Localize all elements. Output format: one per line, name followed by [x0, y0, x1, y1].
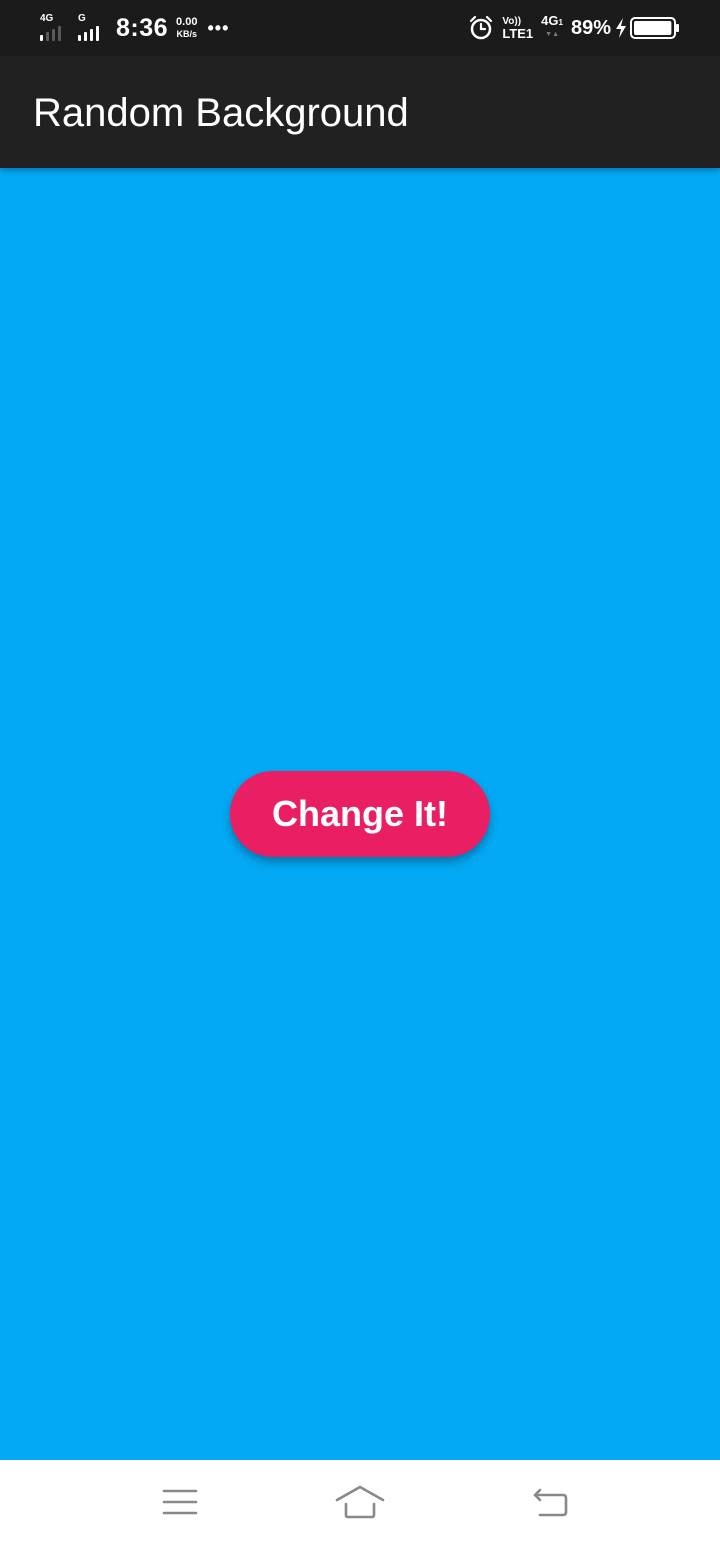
home-icon	[335, 1485, 385, 1519]
app-title: Random Background	[33, 91, 409, 135]
lte-label: LTE1	[502, 26, 534, 41]
network-speed-value: 0.00	[176, 16, 198, 28]
status-bar: 4G G 8:36 0.00 KB/s ••• Vo)) LTE1 4G1 ▼▲…	[0, 0, 720, 56]
navigation-bar	[0, 1460, 720, 1544]
status-time: 8:36	[116, 13, 169, 42]
sim2-signal: G	[76, 13, 110, 43]
nav-menu-button[interactable]	[152, 1480, 208, 1524]
status-bar-left: 4G G 8:36 0.00 KB/s •••	[38, 0, 229, 56]
data-network-indicator: 4G1 ▼▲	[541, 13, 563, 41]
charging-bolt-icon	[616, 18, 626, 38]
main-content: Change It!	[0, 168, 720, 1460]
battery-percent: 89%	[570, 16, 611, 39]
menu-icon	[162, 1489, 198, 1515]
battery-icon	[630, 17, 679, 39]
data-activity-arrows-icon: ▼▲	[545, 31, 559, 38]
network-speed: 0.00 KB/s	[176, 16, 197, 40]
app-bar: Random Background	[0, 56, 720, 168]
volte-indicator: Vo)) LTE1	[502, 16, 533, 40]
network-speed-unit: KB/s	[176, 29, 198, 39]
back-icon	[533, 1488, 568, 1517]
alarm-icon	[470, 15, 493, 40]
sim2-signal-bars-icon	[78, 26, 99, 41]
more-notifications-icon: •••	[207, 17, 230, 38]
nav-back-button[interactable]	[522, 1480, 578, 1524]
nav-home-button[interactable]	[332, 1480, 388, 1524]
data-network-sub: 1	[558, 18, 563, 27]
sim1-signal: 4G	[38, 13, 72, 43]
sim1-network-type: 4G	[40, 13, 54, 24]
change-it-button[interactable]: Change It!	[230, 771, 490, 857]
status-bar-right: Vo)) LTE1 4G1 ▼▲ 89%	[468, 0, 680, 56]
sim2-network-type: G	[78, 13, 86, 24]
sim1-signal-bars-icon	[40, 26, 61, 41]
data-network-type: 4G	[541, 13, 559, 28]
